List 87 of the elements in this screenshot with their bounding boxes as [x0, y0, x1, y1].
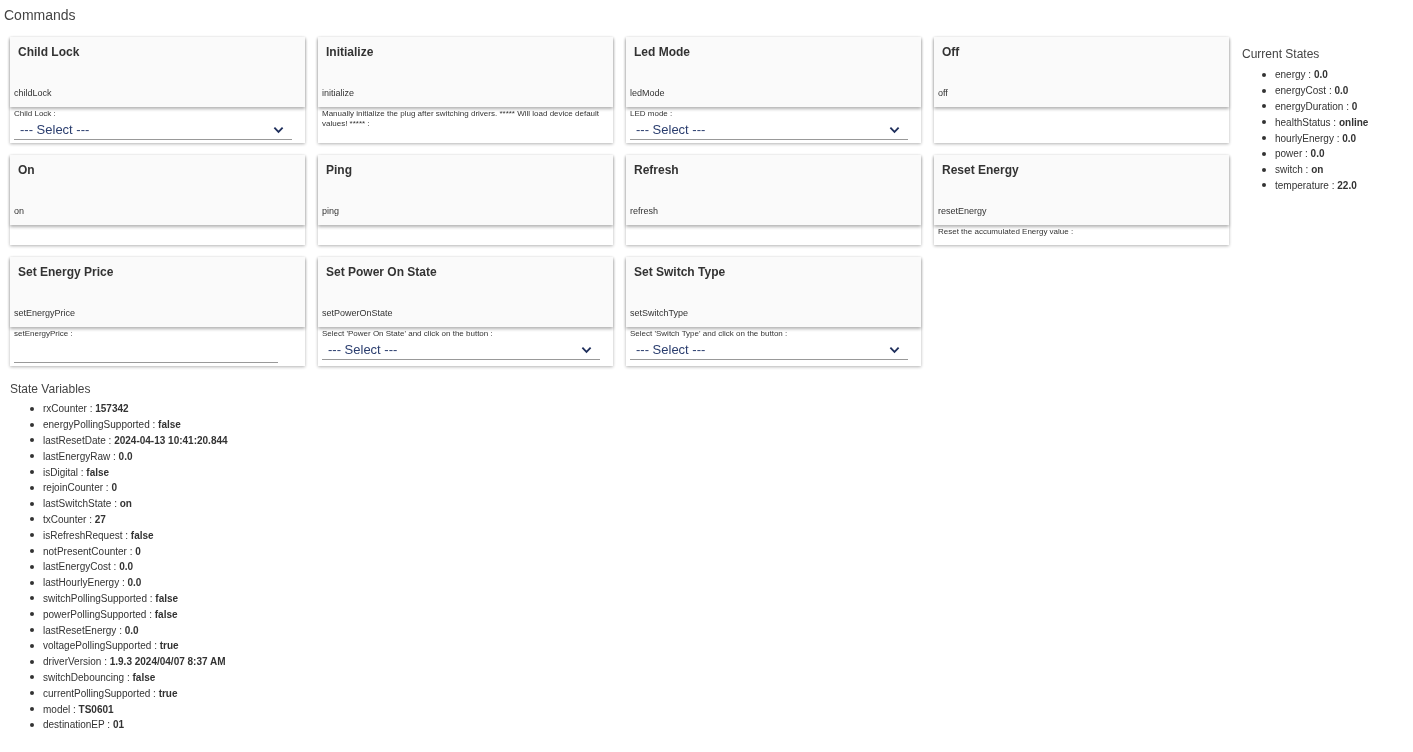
bullet-icon: [30, 612, 34, 617]
state-entry: energyPollingSupported : false: [43, 419, 181, 431]
bullet-icon: [30, 501, 34, 506]
command-button[interactable]: Led Mode ledMode: [626, 37, 921, 107]
bullet-icon: [30, 596, 34, 601]
state-entry: switch : on: [1275, 164, 1324, 176]
chevron-down-icon: [273, 125, 284, 134]
bullet-icon: [30, 549, 34, 554]
parameter-label: Manually initialize the plug after switching drivers. ***** Will load device default values! ***** :: [322, 109, 601, 129]
state-entry: rxCounter : 157342: [43, 403, 129, 415]
bullet-icon: [30, 722, 34, 727]
bullet-icon: [30, 580, 34, 585]
bullet-icon: [30, 707, 34, 712]
parameter-label: Select 'Power On State' and click on the button :: [322, 329, 494, 339]
bullet-icon: [30, 533, 34, 538]
bullet-icon: [30, 470, 34, 475]
parameter-label: Reset the accumulated Energy value :: [938, 227, 1075, 237]
parameter-label: LED mode :: [630, 109, 674, 119]
bullet-icon: [30, 691, 34, 696]
select-dropdown[interactable]: --- Select ---: [630, 340, 908, 360]
state-entry: powerPollingSupported : false: [43, 608, 178, 620]
parameter-label: setEnergyPrice :: [14, 329, 74, 339]
state-entry: isDigital : false: [43, 466, 110, 478]
bullet-icon: [30, 628, 34, 633]
state-entry: rejoinCounter : 0: [43, 482, 117, 494]
bullet-icon: [1262, 183, 1266, 188]
command-button[interactable]: Set Switch Type setSwitchType: [626, 257, 921, 327]
bullet-icon: [30, 564, 34, 569]
bullet-icon: [1262, 72, 1266, 77]
bullet-icon: [1262, 104, 1266, 109]
bullet-icon: [30, 517, 34, 522]
state-entry: isRefreshRequest : false: [43, 529, 154, 541]
command-button[interactable]: Ping ping: [318, 155, 613, 225]
state-entry: lastResetDate : 2024-04-13 10:41:20.844: [43, 435, 228, 446]
command-button[interactable]: Set Power On State setPowerOnState: [318, 257, 613, 327]
state-entry: energyDuration : 0: [1275, 101, 1358, 112]
state-entry: notPresentCounter : 0: [43, 545, 141, 557]
select-dropdown[interactable]: --- Select ---: [630, 120, 908, 140]
state-entry: model : TS0601: [43, 703, 114, 715]
state-entry: lastEnergyCost : 0.0: [43, 561, 134, 573]
bullet-icon: [1262, 167, 1266, 172]
state-entry: healthStatus : online: [1275, 116, 1369, 128]
state-entry: switchPollingSupported : false: [43, 592, 179, 604]
command-button[interactable]: Reset Energy resetEnergy: [934, 155, 1229, 225]
command-button[interactable]: On on: [10, 155, 305, 225]
parameter-label: Select 'Switch Type' and click on the button :: [630, 329, 789, 339]
command-button[interactable]: Refresh refresh: [626, 155, 921, 225]
state-entry: hourlyEnergy : 0.0: [1275, 132, 1357, 144]
select-dropdown[interactable]: --- Select ---: [14, 120, 292, 140]
bullet-icon: [30, 422, 34, 427]
section-title: Current States: [1242, 47, 1321, 61]
state-entry: currentPollingSupported : true: [43, 687, 178, 699]
bullet-icon: [1262, 120, 1266, 125]
state-entry: lastResetEnergy : 0.0: [43, 624, 139, 636]
command-button[interactable]: Child Lock childLock: [10, 37, 305, 107]
state-entry: temperature : 22.0: [1275, 179, 1357, 191]
bullet-icon: [30, 485, 34, 490]
bullet-icon: [1262, 151, 1266, 156]
state-entry: energyCost : 0.0: [1275, 85, 1349, 97]
chevron-down-icon: [889, 125, 900, 134]
bullet-icon: [1262, 136, 1266, 141]
bullet-icon: [30, 454, 34, 459]
state-entry: energy : 0.0: [1275, 69, 1328, 81]
state-entry: lastSwitchState : on: [43, 498, 132, 510]
section-title: Commands: [4, 7, 76, 23]
chevron-down-icon: [581, 345, 592, 354]
state-entry: lastEnergyRaw : 0.0: [43, 450, 133, 462]
state-entry: txCounter : 27: [43, 513, 106, 525]
section-title: State Variables: [10, 382, 92, 396]
state-entry: driverVersion : 1.9.3 2024/04/07 8:37 AM: [43, 656, 226, 668]
bullet-icon: [30, 675, 34, 680]
bullet-icon: [30, 438, 34, 443]
bullet-icon: [30, 659, 34, 664]
command-button[interactable]: Initialize initialize: [318, 37, 613, 107]
bullet-icon: [30, 643, 34, 648]
select-dropdown[interactable]: --- Select ---: [322, 340, 600, 360]
state-entry: switchDebouncing : false: [43, 671, 156, 683]
bullet-icon: [30, 406, 34, 411]
command-button[interactable]: Set Energy Price setEnergyPrice: [10, 257, 305, 327]
parameter-label: Child Lock :: [14, 109, 57, 119]
state-entry: lastHourlyEnergy : 0.0: [43, 577, 142, 589]
bullet-icon: [1262, 88, 1266, 93]
command-button[interactable]: Off off: [934, 37, 1229, 107]
state-entry: power : 0.0: [1275, 148, 1325, 160]
chevron-down-icon: [889, 345, 900, 354]
state-entry: voltagePollingSupported : true: [43, 640, 179, 652]
state-entry: destinationEP : 01: [43, 719, 124, 731]
